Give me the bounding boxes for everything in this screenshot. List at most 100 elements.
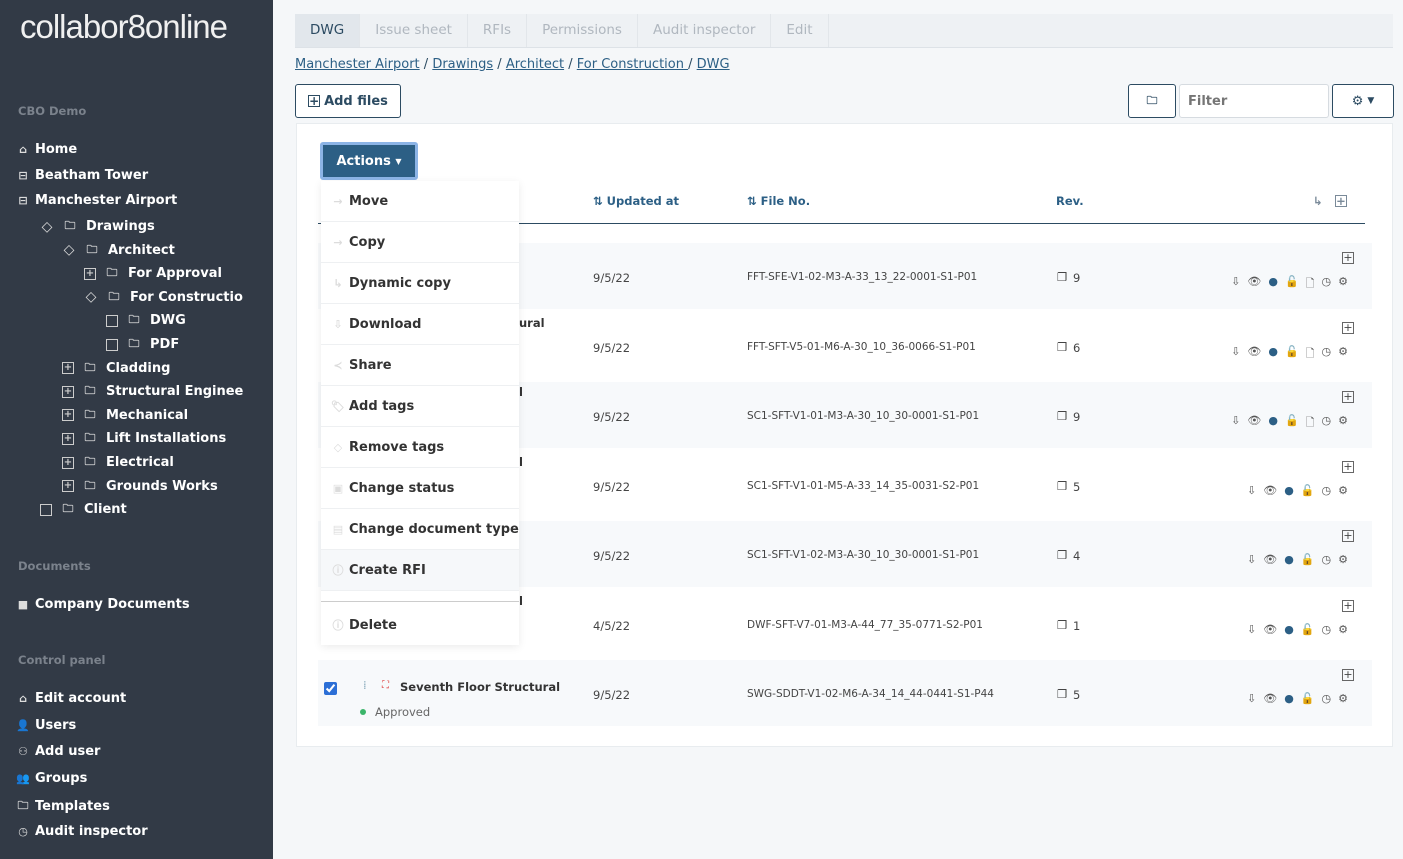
actions-button[interactable]: Actions ▼ (320, 142, 418, 180)
view-icon[interactable]: 👁 (1263, 553, 1277, 566)
tree-item[interactable]: ◇ 🗀 Drawings (40, 217, 155, 236)
unlock-icon[interactable]: 🔓 (1301, 692, 1315, 705)
tree-item[interactable]: + 🗀 Lift Installations (62, 429, 226, 448)
sidebar-item-templates[interactable]: 🗀 Templates (16, 797, 110, 816)
history-icon[interactable]: ◷ (1322, 692, 1332, 705)
breadcrumb-link[interactable]: Drawings (432, 57, 493, 72)
file-name[interactable]: Seventh Floor Structural (400, 680, 560, 694)
view-icon[interactable]: 👁 (1263, 484, 1277, 497)
breadcrumb-link[interactable]: DWG (697, 57, 730, 72)
comment-icon[interactable]: ● (1268, 275, 1278, 294)
tree-item[interactable]: + 🗀 Mechanical (62, 406, 188, 425)
menu-item-share[interactable]: ≺ Share (321, 345, 519, 386)
tree-item[interactable]: ◇ 🗀 For Constructio (84, 288, 243, 307)
comment-icon[interactable]: ● (1268, 345, 1278, 364)
history-icon[interactable]: ◷ (1322, 414, 1332, 433)
history-icon[interactable]: ◷ (1322, 623, 1332, 636)
comment-icon[interactable]: ● (1284, 692, 1294, 705)
menu-item-create-rfi[interactable]: ⓘ Create RFI (321, 550, 519, 591)
tree-item[interactable]: ◇ 🗀 Architect (62, 241, 175, 260)
tab-issue-sheet[interactable]: Issue sheet (360, 14, 468, 47)
menu-item-change-status[interactable]: ▣ Change status (321, 468, 519, 509)
comment-icon[interactable]: ● (1284, 484, 1294, 497)
revisions-icon[interactable]: ❐ (1057, 270, 1067, 284)
gear-icon[interactable]: ⚙ (1338, 275, 1348, 294)
sidebar-item-add-user[interactable]: ⚇ Add user (16, 744, 100, 759)
unlock-icon[interactable]: 🔓 (1285, 275, 1299, 294)
dynamic-copy-icon[interactable]: ↳ (1313, 194, 1323, 208)
expand-icon[interactable]: + (62, 480, 74, 493)
expand-row-icon[interactable]: + (1342, 460, 1354, 473)
breadcrumb-link[interactable]: Manchester Airport (295, 57, 420, 72)
download-icon[interactable]: ⇩ (1231, 345, 1240, 364)
expand-icon[interactable]: + (62, 456, 74, 469)
history-icon[interactable]: ◷ (1322, 484, 1332, 497)
unlock-icon[interactable]: 🔓 (1285, 414, 1299, 433)
expand-row-icon[interactable]: + (1342, 391, 1354, 403)
new-folder-button[interactable]: 🗀 (1128, 84, 1176, 118)
history-icon[interactable]: ◷ (1322, 553, 1332, 566)
checkbox[interactable] (40, 503, 52, 516)
file-name[interactable]: l (519, 594, 523, 608)
tree-item[interactable]: + 🗀 Electrical (62, 453, 174, 472)
column-updated-at[interactable]: ⇅ Updated at (593, 194, 679, 208)
file-icon[interactable]: 🗋 (1306, 414, 1315, 433)
breadcrumb-link[interactable]: Architect (506, 57, 564, 72)
row-checkbox[interactable] (324, 682, 337, 695)
tree-item[interactable]: 🗀 DWG (106, 311, 186, 330)
file-name[interactable]: ural (519, 316, 545, 330)
expand-icon[interactable]: + (62, 409, 74, 422)
sidebar-item-edit-account[interactable]: ⌂ Edit account (16, 691, 126, 706)
drag-handle-icon[interactable]: ⁞ (363, 678, 367, 692)
view-icon[interactable]: 👁 (1247, 414, 1261, 433)
gear-icon[interactable]: ⚙ (1338, 414, 1348, 433)
file-name[interactable]: l (519, 385, 523, 399)
file-icon[interactable]: 🗋 (1306, 275, 1315, 294)
expand-icon[interactable]: + (62, 432, 74, 445)
view-icon[interactable]: 👁 (1263, 692, 1277, 705)
view-icon[interactable]: 👁 (1263, 623, 1277, 636)
gear-icon[interactable]: ⚙ (1338, 623, 1348, 636)
download-icon[interactable]: ⇩ (1247, 553, 1256, 566)
revisions-icon[interactable]: ❐ (1057, 687, 1067, 701)
menu-item-change-document-type[interactable]: ▤ Change document type (321, 509, 519, 550)
download-icon[interactable]: ⇩ (1247, 692, 1256, 705)
gear-icon[interactable]: ⚙ (1338, 484, 1348, 497)
revisions-icon[interactable]: ❐ (1057, 548, 1067, 562)
file-name[interactable]: l (519, 455, 523, 469)
tree-item[interactable]: + 🗀 For Approval (84, 264, 222, 283)
download-icon[interactable]: ⇩ (1247, 484, 1256, 497)
tree-item[interactable]: + 🗀 Grounds Works (62, 477, 218, 496)
view-icon[interactable]: 👁 (1247, 275, 1261, 294)
gear-icon[interactable]: ⚙ (1338, 345, 1348, 364)
breadcrumb-link[interactable]: For Construction (577, 57, 688, 72)
expand-icon[interactable]: + (84, 267, 96, 280)
sidebar-item-groups[interactable]: 👥 Groups (16, 771, 87, 786)
tree-item[interactable]: + 🗀 Structural Enginee (62, 382, 243, 401)
sidebar-item-beatham-tower[interactable]: ⊟ Beatham Tower (16, 168, 148, 183)
view-icon[interactable]: 👁 (1247, 345, 1261, 364)
unlock-icon[interactable]: 🔓 (1301, 484, 1315, 497)
comment-icon[interactable]: ● (1284, 553, 1294, 566)
checkbox[interactable] (106, 338, 118, 351)
collapse-icon[interactable]: ◇ (40, 219, 54, 235)
expand-icon[interactable]: + (62, 362, 74, 375)
sidebar-item-manchester-airport[interactable]: ⊟ Manchester Airport (16, 193, 177, 208)
expand-row-icon[interactable]: + (1342, 669, 1354, 681)
revisions-icon[interactable]: ❐ (1057, 409, 1067, 423)
tree-item[interactable]: + 🗀 Cladding (62, 359, 170, 378)
column-file-no[interactable]: ⇅ File No. (747, 194, 810, 208)
menu-item-move[interactable]: → Move (321, 181, 519, 222)
tree-item[interactable]: 🗀 PDF (106, 335, 179, 354)
settings-dropdown-button[interactable]: ⚙ ▼ (1332, 84, 1394, 118)
comment-icon[interactable]: ● (1284, 623, 1294, 636)
file-icon[interactable]: 🗋 (1306, 345, 1315, 364)
add-files-button[interactable]: + Add files (295, 84, 401, 118)
sidebar-item-users[interactable]: 👤 Users (16, 718, 76, 733)
revisions-icon[interactable]: ❐ (1057, 618, 1067, 632)
collapse-icon[interactable]: ◇ (84, 289, 98, 305)
menu-item-delete[interactable]: ⓘ Delete (321, 602, 519, 648)
sidebar-item-audit-inspector[interactable]: ◷ Audit inspector (16, 824, 147, 839)
tab-permissions[interactable]: Permissions (527, 14, 638, 47)
download-icon[interactable]: ⇩ (1231, 414, 1240, 433)
